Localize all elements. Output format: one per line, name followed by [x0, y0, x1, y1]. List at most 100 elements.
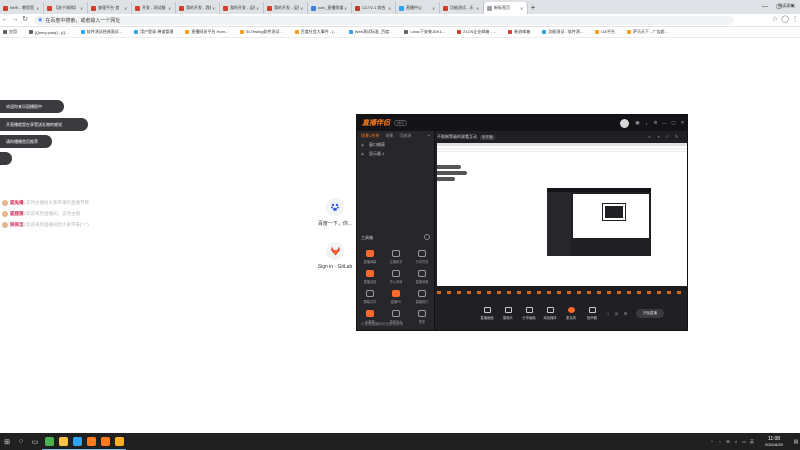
- tool-button[interactable]: 主播助手: [383, 247, 409, 267]
- new-tab-button[interactable]: +: [528, 2, 538, 14]
- preview-tool-icon[interactable]: ◐: [645, 134, 654, 139]
- star-icon[interactable]: ☆: [770, 15, 780, 25]
- tool-button[interactable]: 屏幕共享: [357, 287, 383, 307]
- tab-close-icon[interactable]: ✕: [80, 6, 84, 11]
- taskbar-app-store[interactable]: [70, 433, 84, 450]
- stream-control-button[interactable]: 分享画面: [519, 306, 539, 320]
- taskbar-app-chrome[interactable]: [42, 433, 56, 450]
- settings-icon[interactable]: ⚙: [651, 120, 660, 126]
- bookmark-item[interactable]: Linux下安装JDK1...: [404, 29, 445, 35]
- settings-icon[interactable]: ⚙: [621, 311, 630, 316]
- tab-close-icon[interactable]: ✕: [168, 6, 172, 11]
- bookmark-item[interactable]: 萨马天下 - 广告超...: [626, 29, 668, 35]
- tray-icon[interactable]: ^: [708, 439, 716, 445]
- music-icon[interactable]: ♪: [642, 121, 651, 126]
- taskbar-app-stream-1[interactable]: [84, 433, 98, 450]
- tool-button[interactable]: 开心消消: [383, 267, 409, 287]
- forward-icon[interactable]: →: [10, 15, 20, 25]
- preview-tool-icon[interactable]: ✎: [672, 134, 681, 139]
- bookmark-item[interactable]: 直播网关平台 Hom...: [185, 29, 228, 35]
- tab-close-icon[interactable]: ✕: [388, 6, 392, 11]
- tool-button[interactable]: 更多: [409, 307, 435, 327]
- tab-close-icon[interactable]: ✕: [476, 6, 480, 11]
- bookmark-item[interactable]: 新浪邮箱: [508, 29, 530, 35]
- tray-icon[interactable]: ✉: [724, 439, 732, 445]
- reading-list[interactable]: 阅读清单: [778, 0, 794, 11]
- browser-tab[interactable]: 查理平台·首 ✕: [88, 2, 132, 14]
- browser-tab[interactable]: 功能测试 - 乐 ✕: [440, 2, 484, 14]
- tab-close-icon[interactable]: ✕: [212, 6, 216, 11]
- reload-icon[interactable]: ↻: [20, 15, 30, 25]
- address-bar[interactable]: ◉ 在百度中搜索，或者输入一个网址: [34, 15, 734, 25]
- stream-control-button[interactable]: 摄像头: [498, 306, 518, 320]
- tool-button[interactable]: 直播弹幕: [357, 247, 383, 267]
- browser-tab[interactable]: NHK - 教您您 ✕: [0, 2, 44, 14]
- record-icon[interactable]: ◎: [612, 311, 621, 316]
- tab-close-icon[interactable]: ✕: [124, 6, 128, 11]
- taskbar-app-folder[interactable]: [56, 433, 70, 450]
- fullscreen-icon[interactable]: ⛶: [603, 311, 612, 316]
- tool-button[interactable]: 直播连麦: [357, 267, 383, 287]
- bookmark-item[interactable]: Web测试标准_百度...: [348, 29, 392, 35]
- toolbox-settings-icon[interactable]: [424, 234, 430, 240]
- tool-button[interactable]: 直播设置: [409, 267, 435, 287]
- taskbar-app-stream-2[interactable]: [98, 433, 112, 450]
- tab-close-icon[interactable]: ✕: [520, 6, 524, 11]
- screen-icon[interactable]: ▣: [633, 120, 642, 126]
- profile-icon[interactable]: ◯: [780, 15, 790, 25]
- tool-button[interactable]: 分享任务: [409, 247, 435, 267]
- minimize-icon[interactable]: —: [660, 121, 669, 126]
- browser-tab[interactable]: 开发 - 测试服 ✕: [132, 2, 176, 14]
- browser-tab[interactable]: 我的开发 - 运行 ✕: [220, 2, 264, 14]
- stream-control-button[interactable]: 直播画面: [477, 306, 497, 320]
- start-live-button[interactable]: 开始直播: [636, 308, 664, 318]
- start-icon[interactable]: ⊞: [0, 433, 14, 450]
- bookmark-item[interactable]: 功能测试 - 软件测...: [542, 29, 583, 35]
- browser-tab[interactable]: 我的开发 - 我们 ✕: [176, 2, 220, 14]
- minimize-button[interactable]: —: [758, 0, 772, 14]
- tab-close-icon[interactable]: ✕: [300, 6, 304, 11]
- shortcut-gitlab[interactable]: Sign in · GitLab: [312, 242, 358, 270]
- close-icon[interactable]: ✕: [678, 120, 687, 126]
- shortcut-baidu[interactable]: 百度一下，你...: [312, 198, 358, 227]
- bookmark-item[interactable]: 软件测试经典面试...: [80, 29, 122, 35]
- stream-title[interactable]: 不限制等级的观看互动: [437, 134, 477, 140]
- tray-icon[interactable]: 英: [748, 439, 756, 445]
- browser-tab[interactable]: 新标签页 ✕: [484, 2, 528, 14]
- bookmark-item[interactable]: 21CN企业邮箱 - ...: [457, 29, 496, 35]
- tab-close-icon[interactable]: ✕: [432, 6, 436, 11]
- tray-icon[interactable]: ♫: [732, 439, 740, 445]
- stream-control-button[interactable]: 麦克风: [561, 306, 581, 320]
- browser-tab[interactable]: 直播中心 ✕: [396, 2, 440, 14]
- menu-icon[interactable]: ⋮: [790, 15, 800, 25]
- scene-tab-0[interactable]: 场景1名称: [361, 133, 379, 139]
- tool-button[interactable]: 直播PK: [383, 287, 409, 307]
- tab-close-icon[interactable]: ✕: [256, 6, 260, 11]
- bookmark-item[interactable]: jQuery.post() - jQ...: [29, 30, 69, 35]
- avatar[interactable]: [620, 118, 629, 128]
- bookmark-item[interactable]: 百度社会大事件 - [...: [294, 29, 337, 35]
- bookmark-item[interactable]: 51Testing软件测试...: [240, 29, 283, 35]
- visibility-icon[interactable]: ◉: [361, 152, 366, 156]
- bookmark-item[interactable]: OA平台: [595, 29, 615, 35]
- notification-icon[interactable]: ▤: [792, 439, 800, 445]
- browser-tab[interactable]: 我的开发 - 运行 ✕: [264, 2, 308, 14]
- preview-tool-icon[interactable]: ⚐: [663, 134, 672, 139]
- stream-footer-note[interactable]: 小视频直播间优化使用说明: [361, 322, 403, 327]
- maximize-icon[interactable]: ▢: [669, 120, 678, 126]
- tool-button[interactable]: 直播排行: [409, 287, 435, 307]
- scene-tab-2[interactable]: 可放场: [399, 133, 411, 139]
- stream-control-button[interactable]: 扬声器: [582, 306, 602, 320]
- preview-tool-icon[interactable]: ◑: [654, 134, 663, 139]
- browser-tab[interactable]: 【苏宁易购】 ✕: [44, 2, 88, 14]
- tab-close-icon[interactable]: ✕: [36, 6, 40, 11]
- search-icon[interactable]: ○: [14, 433, 28, 450]
- clock[interactable]: 11:08 2021/6/29: [756, 436, 792, 448]
- browser-tab[interactable]: CCTV-1 综合 ✕: [352, 2, 396, 14]
- bookmark-item[interactable]: 应用: [3, 29, 17, 35]
- scene-source-item[interactable]: ◉ 显示器 1: [357, 149, 434, 158]
- add-scene-icon[interactable]: +: [428, 133, 430, 138]
- visibility-icon[interactable]: ◉: [361, 143, 366, 147]
- scene-tab-1[interactable]: 场景: [385, 133, 393, 139]
- browser-tab[interactable]: cctv_直播频道 ✕: [308, 2, 352, 14]
